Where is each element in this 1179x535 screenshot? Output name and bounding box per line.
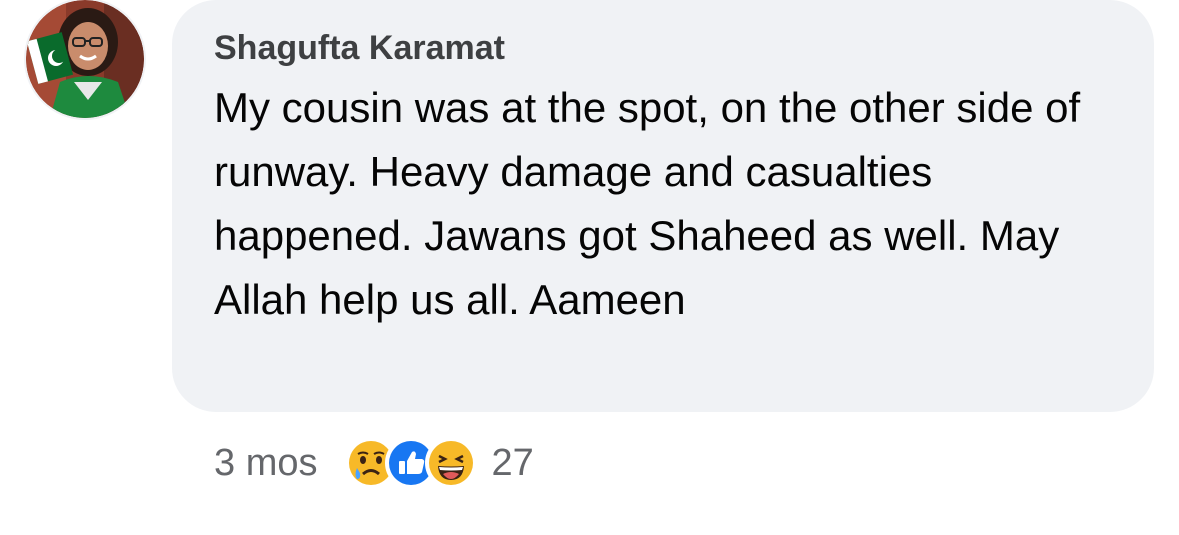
reaction-count[interactable]: 27 <box>491 436 533 490</box>
avatar[interactable] <box>26 0 144 118</box>
comment-text: My cousin was at the spot, on the other … <box>214 84 1081 323</box>
comment-timestamp[interactable]: 3 mos <box>214 436 317 490</box>
reactions-summary[interactable] <box>345 437 478 489</box>
comment-author[interactable]: Shagufta Karamat <box>214 26 505 70</box>
haha-emoji-icon <box>425 437 478 489</box>
comment-meta-row: 3 mos 27 <box>214 436 534 490</box>
profile-photo-icon <box>26 0 144 118</box>
comment-bubble: Shagufta Karamat My cousin was at the sp… <box>172 0 1154 412</box>
